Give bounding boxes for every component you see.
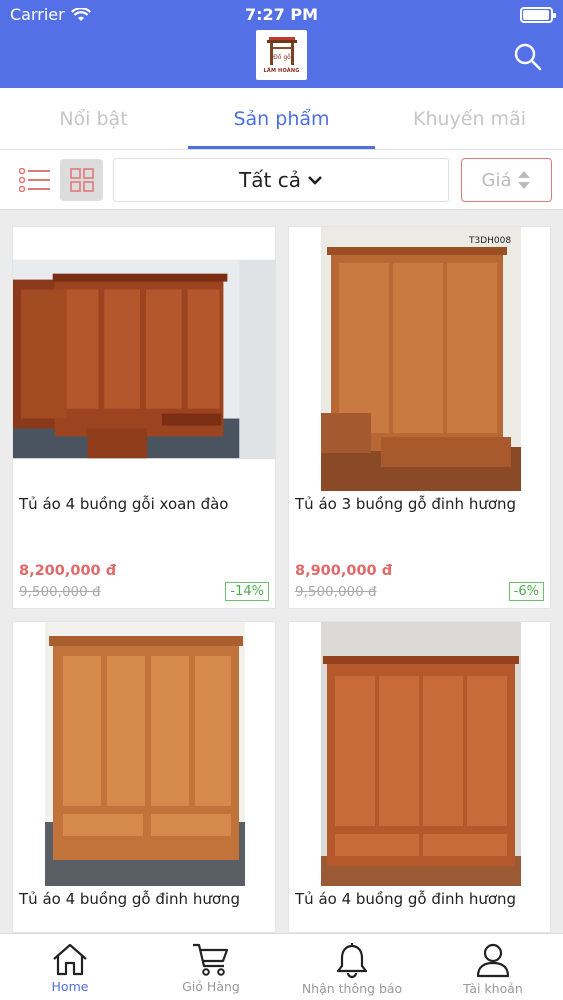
nav-home-label: Home [51,979,89,994]
battery-icon [520,7,556,23]
price-sort-label: Giá [481,169,512,191]
nav-cart-label: Giỏ Hàng [182,979,240,994]
product-image [45,622,245,886]
nav-account-label: Tài khoản [463,981,523,996]
product-image-code: T3DH008 [468,236,511,246]
product-card[interactable]: Tủ áo 4 buồng gỗ đinh hương [12,621,276,933]
discount-badge: -6% [508,582,544,601]
battery-level [523,10,549,20]
product-card[interactable]: Tủ áo 4 buồng gỗ đinh hương [288,621,551,933]
user-icon [476,943,510,978]
sort-arrows-icon [518,171,531,189]
category-label: Tất cả [239,168,301,192]
list-view-button[interactable] [14,160,56,200]
product-image: T3DH008 [321,227,521,491]
bell-icon [336,943,368,978]
product-price: 8,200,000 đ [19,563,117,579]
wooden-gate-logo-icon: Đồ gỗ [266,36,297,65]
cart-icon [193,943,229,976]
product-card[interactable]: T3DH008 Tủ áo 3 buồng gỗ đinh hương 8,90… [288,226,551,609]
grid-icon [69,168,94,192]
app-header: Carrier 7:27 PM Đồ gỗ LÂM HOÀNG [0,0,563,88]
status-time: 7:27 PM [244,5,318,24]
nav-notifications[interactable]: Nhận thông báo [282,934,422,1000]
grid-view-button[interactable] [60,159,103,201]
tab-bar: Nổi bật Sản phẩm Khuyến mãi [0,88,563,150]
status-bar: Carrier 7:27 PM [0,0,563,28]
home-icon [53,943,87,976]
product-price: 8,900,000 đ [295,563,393,579]
nav-cart[interactable]: Giỏ Hàng [141,934,281,1000]
svg-text:Đồ gỗ: Đồ gỗ [273,53,291,61]
active-tab-indicator [188,146,375,149]
tab-khuyen-mai[interactable]: Khuyến mãi [376,88,563,150]
product-old-price: 9,500,000 đ [19,584,101,600]
app-logo[interactable]: Đồ gỗ LÂM HOÀNG [256,30,307,80]
chevron-down-icon [308,176,322,185]
product-title: Tủ áo 4 buồng gỗ đinh hương [295,890,517,908]
product-image [13,259,275,459]
list-icon [19,168,50,192]
search-icon[interactable] [513,42,543,72]
product-title: Tủ áo 4 buồng gỗ đinh hương [19,890,241,908]
category-dropdown[interactable]: Tất cả [113,158,449,202]
nav-notifications-label: Nhận thông báo [301,981,403,996]
product-title: Tủ áo 4 buồng gỗi xoan đào [19,495,229,513]
product-image [321,622,521,886]
tab-san-pham[interactable]: Sản phẩm [188,88,375,150]
tab-noi-bat[interactable]: Nổi bật [0,88,187,150]
product-title: Tủ áo 3 buồng gỗ đinh hương [295,495,517,513]
bottom-nav: Home Giỏ Hàng Nhận thông báo Tài khoản [0,933,563,1000]
price-sort-button[interactable]: Giá [461,158,552,202]
nav-account[interactable]: Tài khoản [423,934,563,1000]
discount-badge: -14% [225,582,269,601]
product-old-price: 9,500,000 đ [295,584,377,600]
filter-bar: Tất cả Giá [0,150,563,210]
nav-home[interactable]: Home [0,934,140,1000]
product-card[interactable]: Tủ áo 4 buồng gỗi xoan đào 8,200,000 đ 9… [12,226,276,609]
logo-text: LÂM HOÀNG [263,67,300,74]
